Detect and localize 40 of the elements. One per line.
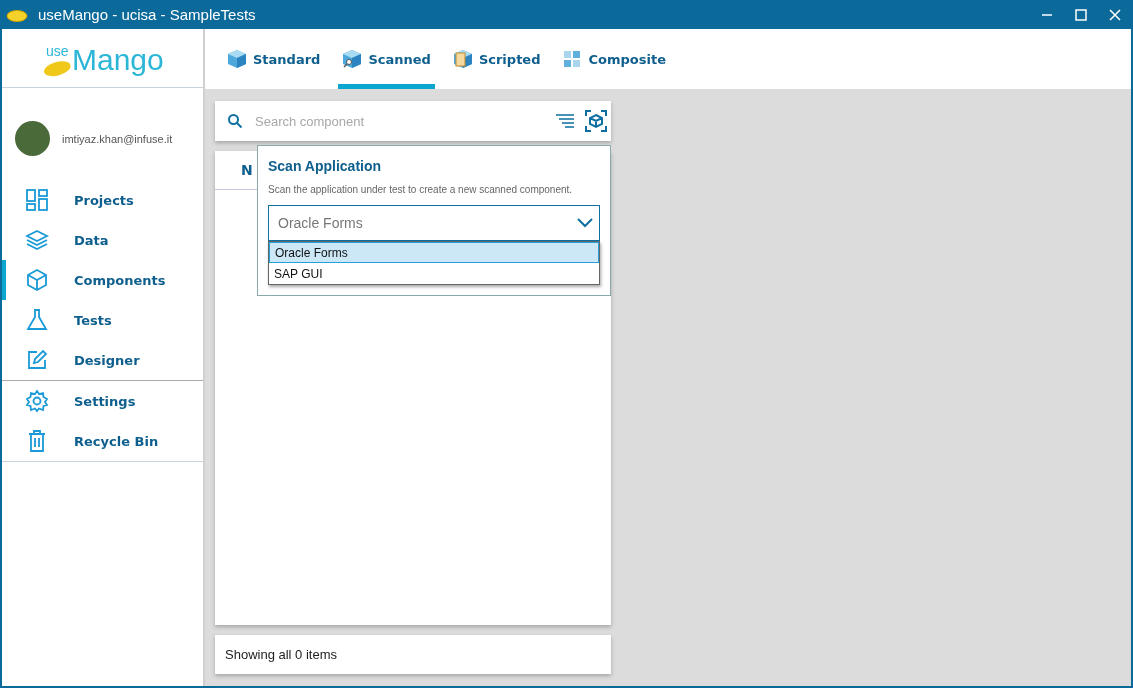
tests-icon <box>25 308 49 332</box>
filter-icon[interactable] <box>555 113 575 129</box>
sidebar-item[interactable]: Settings <box>2 381 203 421</box>
user-email: imtiyaz.khan@infuse.it <box>62 132 173 145</box>
search-field[interactable]: Search component <box>215 101 611 141</box>
sidebar-item[interactable]: Recycle Bin <box>2 421 203 461</box>
logo-prefix: use <box>46 43 69 59</box>
column-header: N <box>241 162 253 178</box>
application-dropdown[interactable]: Oracle Forms <box>268 205 600 241</box>
scan-cube-icon[interactable] <box>585 110 607 132</box>
cube-cluster-icon <box>562 49 583 69</box>
tab[interactable]: Standard <box>223 29 325 89</box>
popup-title: Scan Application <box>268 158 383 174</box>
tab[interactable]: Composite <box>558 29 670 89</box>
maximize-icon[interactable] <box>1075 8 1087 21</box>
chevron-down-icon <box>577 218 593 228</box>
sidebar-item[interactable]: Data <box>2 220 203 260</box>
window-title: useMango - ucisa - SampleTests <box>38 6 256 23</box>
dropdown-option[interactable]: Oracle Forms <box>269 242 599 263</box>
dropdown-option[interactable]: SAP GUI <box>269 263 599 284</box>
cube-icon <box>227 49 247 69</box>
designer-icon <box>25 348 49 372</box>
sidebar-item[interactable]: Tests <box>2 300 203 340</box>
sidebar-item[interactable]: Projects <box>2 180 203 220</box>
search-icon <box>227 113 243 129</box>
item-count: Showing all 0 items <box>225 647 337 662</box>
cube-magnifier-icon <box>342 49 363 69</box>
document-cube-icon <box>452 49 473 69</box>
avatar <box>15 121 50 156</box>
components-icon <box>25 268 49 292</box>
search-input[interactable]: Search component <box>253 112 545 130</box>
data-icon <box>25 228 49 252</box>
projects-icon <box>25 188 49 212</box>
close-icon[interactable] <box>1109 8 1121 21</box>
popup-description: Scan the application under test to create a new scanned component. <box>268 184 574 195</box>
sidebar-item[interactable]: Designer <box>2 340 203 380</box>
tab[interactable]: Scripted <box>448 29 545 89</box>
logo-text: Mango <box>72 43 164 77</box>
mango-icon <box>6 7 28 22</box>
settings-icon <box>25 389 49 413</box>
